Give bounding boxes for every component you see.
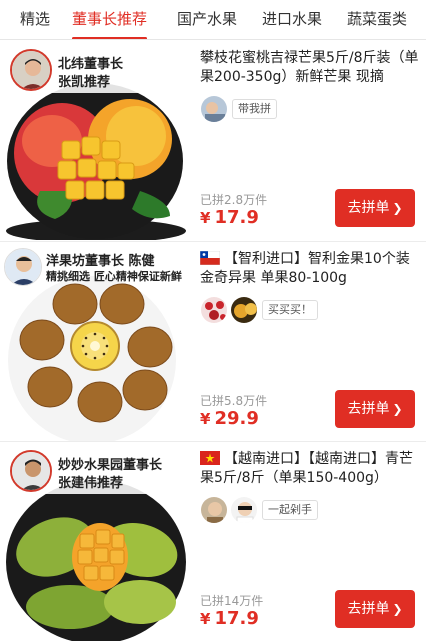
product-title[interactable]: 【智利进口】智利金果10个装 金奇异果 单果80-100g <box>200 250 420 288</box>
buyer-avatar <box>200 496 228 524</box>
button-label: 去拼单 <box>347 401 390 417</box>
buyer-tag: 带我拼 <box>232 99 277 119</box>
chile-flag-icon <box>200 251 220 265</box>
chairman-avatar <box>10 450 52 492</box>
product-image[interactable]: 北纬董事长 张凯推荐 <box>0 41 194 240</box>
tab-chairman-recommend[interactable]: 董事长推荐 <box>72 0 148 39</box>
vietnam-flag-icon <box>200 451 220 465</box>
product-image[interactable]: 妙妙水果园董事长 张建伟推荐 <box>0 442 194 641</box>
button-label: 去拼单 <box>347 601 390 617</box>
price-value: 17.9 <box>214 207 259 228</box>
tab-domestic-fruit[interactable]: 国产水果 <box>177 0 237 39</box>
buyer-tag: 一起剁手 <box>262 500 318 520</box>
currency-symbol: ¥ <box>200 610 211 628</box>
buyer-avatar <box>200 296 228 324</box>
price: ¥29.9 <box>200 408 259 429</box>
product-card[interactable]: 妙妙水果园董事长 张建伟推荐 【越南进口】【越南进口】青芒果5斤/8斤（单果15… <box>0 442 426 641</box>
product-image[interactable]: 洋果坊董事长 陈健 精挑细选 匠心精神保证新鲜 <box>0 242 194 441</box>
badge-recommender: 张凯推荐 <box>58 75 111 90</box>
price: ¥17.9 <box>200 207 259 228</box>
sold-count: 已拼2.8万件 <box>200 193 268 207</box>
sold-count: 已拼14万件 <box>200 594 264 608</box>
product-title[interactable]: 【越南进口】【越南进口】青芒果5斤/8斤（单果150-400g） <box>200 450 420 488</box>
button-label: 去拼单 <box>347 200 390 216</box>
currency-symbol: ¥ <box>200 410 211 428</box>
buyer-avatar <box>230 296 258 324</box>
price: ¥17.9 <box>200 608 259 629</box>
chevron-right-icon: ❯ <box>392 201 403 215</box>
product-title-text: 【智利进口】智利金果10个装 金奇异果 单果80-100g <box>200 251 410 286</box>
product-card[interactable]: 洋果坊董事长 陈健 精挑细选 匠心精神保证新鲜 【智利进口】智利金果10个装 金… <box>0 242 426 441</box>
tab-imported-fruit[interactable]: 进口水果 <box>262 0 322 39</box>
buyer-avatar <box>200 95 228 123</box>
price-value: 29.9 <box>214 408 259 429</box>
chairman-badge: 妙妙水果园董事长 张建伟推荐 <box>4 446 190 496</box>
product-title[interactable]: 攀枝花蜜桃吉禄芒果5斤/8斤装（单果200-350g）新鲜芒果 现摘 <box>200 49 420 87</box>
product-card[interactable]: 北纬董事长 张凯推荐 攀枝花蜜桃吉禄芒果5斤/8斤装（单果200-350g）新鲜… <box>0 41 426 240</box>
chairman-badge: 洋果坊董事长 陈健 精挑细选 匠心精神保证新鲜 <box>2 248 192 288</box>
sold-count: 已拼5.8万件 <box>200 394 268 408</box>
chairman-avatar <box>4 248 42 286</box>
currency-symbol: ¥ <box>200 209 211 227</box>
badge-title: 洋果坊董事长 陈健 <box>46 254 155 269</box>
price-value: 17.9 <box>214 608 259 629</box>
active-tab-indicator <box>72 37 148 39</box>
badge-recommender: 张建伟推荐 <box>58 476 124 491</box>
badge-title: 妙妙水果园董事长 <box>58 458 163 473</box>
tab-vegetables-eggs[interactable]: 蔬菜蛋类 <box>347 0 407 39</box>
badge-title: 北纬董事长 <box>58 57 124 72</box>
category-tab-bar: 精选 董事长推荐 国产水果 进口水果 蔬菜蛋类 <box>0 0 426 40</box>
buyer-tag: 买买买！ <box>262 300 318 320</box>
chevron-right-icon: ❯ <box>392 402 403 416</box>
buyer-avatar <box>230 496 258 524</box>
join-group-buy-button[interactable]: 去拼单 ❯ <box>335 390 415 428</box>
chevron-right-icon: ❯ <box>392 602 403 616</box>
tab-featured[interactable]: 精选 <box>20 0 50 39</box>
join-group-buy-button[interactable]: 去拼单 ❯ <box>335 189 415 227</box>
tab-label: 董事长推荐 <box>72 10 148 28</box>
badge-slogan: 精挑细选 匠心精神保证新鲜 <box>46 270 182 283</box>
chairman-badge: 北纬董事长 张凯推荐 <box>4 45 190 95</box>
product-title-text: 【越南进口】【越南进口】青芒果5斤/8斤（单果150-400g） <box>200 451 413 486</box>
join-group-buy-button[interactable]: 去拼单 ❯ <box>335 590 415 628</box>
chairman-avatar <box>10 49 52 91</box>
